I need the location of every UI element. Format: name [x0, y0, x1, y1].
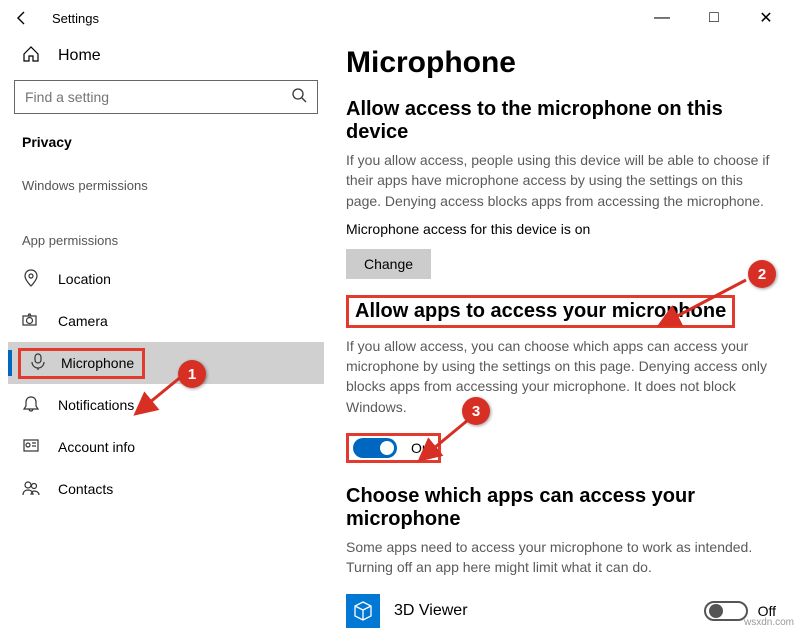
account-icon — [22, 437, 40, 458]
sidebar: Home Privacy Windows permissions App per… — [0, 36, 332, 632]
nav-label: Contacts — [58, 481, 113, 497]
sidebar-item-camera[interactable]: Camera — [8, 300, 324, 342]
annotation-badge-3: 3 — [462, 397, 490, 425]
window-title: Settings — [52, 11, 99, 26]
nav-label: Location — [58, 271, 111, 287]
close-button[interactable]: ✕ — [748, 4, 784, 32]
sidebar-item-account[interactable]: Account info — [8, 426, 324, 468]
search-icon — [291, 87, 307, 108]
annotation-arrow-3 — [414, 416, 476, 469]
close-icon: ✕ — [759, 8, 772, 28]
minimize-button[interactable]: — — [644, 4, 680, 32]
contacts-icon — [22, 479, 40, 500]
sidebar-category: Privacy — [8, 128, 324, 156]
device-access-status: Microphone access for this device is on — [346, 221, 776, 237]
bell-icon — [22, 395, 40, 416]
allow-device-desc: If you allow access, people using this d… — [346, 150, 776, 211]
microphone-icon — [29, 353, 47, 374]
sidebar-item-location[interactable]: Location — [8, 258, 324, 300]
annotation-badge-2: 2 — [748, 260, 776, 288]
nav-label: Notifications — [58, 397, 134, 413]
allow-apps-toggle[interactable] — [353, 438, 397, 458]
choose-apps-heading: Choose which apps can access your microp… — [346, 485, 776, 531]
app-name: 3D Viewer — [394, 602, 468, 620]
maximize-button[interactable]: □ — [696, 4, 732, 32]
choose-apps-desc: Some apps need to access your microphone… — [346, 537, 776, 578]
search-input[interactable] — [25, 89, 291, 105]
sidebar-item-contacts[interactable]: Contacts — [8, 468, 324, 510]
location-icon — [22, 269, 40, 290]
home-icon — [22, 45, 40, 68]
search-box[interactable] — [14, 80, 318, 114]
camera-icon — [22, 311, 40, 332]
section-windows-permissions: Windows permissions — [8, 156, 324, 203]
allow-device-heading: Allow access to the microphone on this d… — [346, 98, 776, 144]
watermark: wsxdn.com — [744, 617, 794, 628]
annotation-badge-1: 1 — [178, 360, 206, 388]
titlebar: Settings — □ ✕ — [0, 0, 800, 36]
change-button[interactable]: Change — [346, 249, 431, 279]
page-title: Microphone — [346, 46, 776, 80]
nav-label: Account info — [58, 439, 135, 455]
app-3dviewer-toggle[interactable] — [704, 601, 748, 621]
app-row-3dviewer: 3D Viewer Off — [346, 588, 776, 632]
back-button[interactable] — [8, 4, 36, 32]
back-arrow-icon — [14, 10, 30, 26]
home-label: Home — [58, 47, 101, 65]
maximize-icon: □ — [709, 9, 719, 27]
section-app-permissions: App permissions — [8, 203, 324, 258]
allow-apps-desc: If you allow access, you can choose whic… — [346, 336, 776, 417]
annotation-arrow-2 — [654, 276, 754, 337]
minimize-icon: — — [654, 9, 670, 27]
sidebar-home[interactable]: Home — [8, 36, 324, 76]
app-3dviewer-icon — [346, 594, 380, 628]
nav-label: Microphone — [61, 355, 134, 371]
nav-label: Camera — [58, 313, 108, 329]
window-controls: — □ ✕ — [644, 4, 792, 32]
